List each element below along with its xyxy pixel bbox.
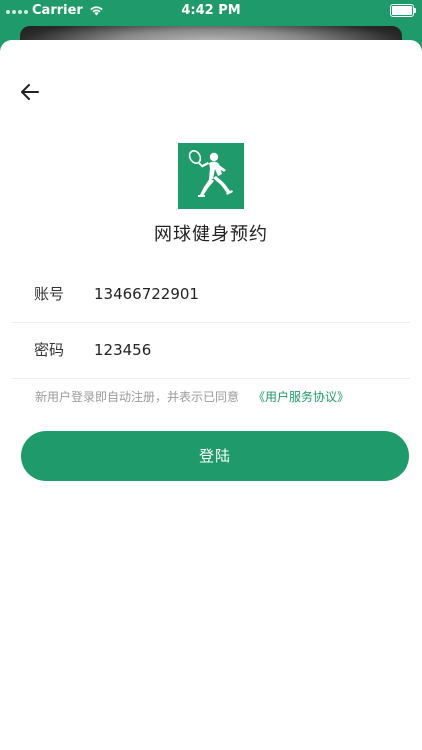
login-sheet: 网球健身预约 账号 密码 新用户登录即自动注册，并表示已同意《用户服务协议》 登… [0, 40, 422, 750]
agreement-notice: 新用户登录即自动注册，并表示已同意 《用户服务协议》 [35, 388, 349, 405]
battery-icon [390, 4, 416, 17]
password-input[interactable] [94, 335, 394, 365]
login-button[interactable]: 登陆 [21, 431, 409, 481]
account-row: 账号 [12, 267, 410, 323]
app-title: 网球健身预约 [154, 224, 268, 245]
password-row: 密码 [12, 323, 410, 379]
password-label: 密码 [34, 341, 65, 359]
tennis-player-icon [178, 143, 244, 209]
account-input[interactable] [94, 279, 394, 309]
account-label: 账号 [34, 285, 65, 303]
status-bar: Carrier 4:42 PM [0, 0, 422, 22]
status-time: 4:42 PM [181, 3, 241, 18]
agreement-text: 新用户登录即自动注册，并表示已同意 [35, 390, 240, 404]
arrow-left-icon[interactable] [18, 80, 42, 104]
user-agreement-link[interactable]: 《用户服务协议》 [253, 390, 349, 404]
